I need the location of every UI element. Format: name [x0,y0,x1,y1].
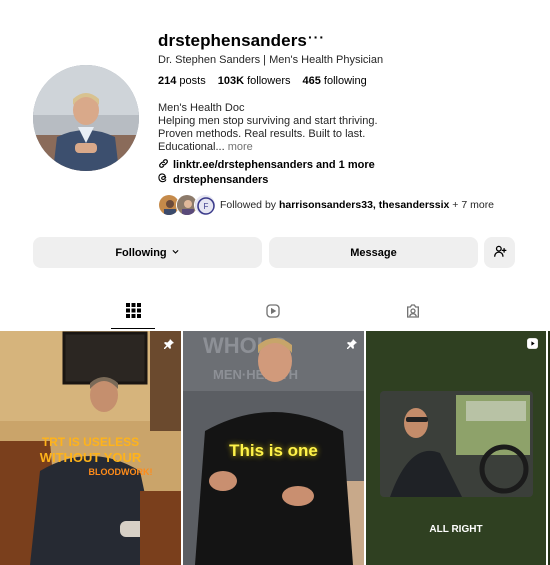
tab-reels[interactable] [251,303,295,329]
bio-line: Educational... more [158,141,253,153]
followed-by[interactable]: F Followed by harrisonsanders33, thesand… [158,194,494,216]
svg-text:F: F [204,202,209,211]
threads-link[interactable]: drstephensanders [158,173,268,187]
bio-line: Men's Health Doc [158,102,245,114]
profile-link[interactable]: linktr.ee/drstephensanders and 1 more [158,158,375,172]
add-user-icon [493,244,507,261]
tab-tagged[interactable] [391,303,435,329]
add-user-button[interactable] [484,237,515,268]
post-caption: TRT IS USELESS WITHOUT YOUR BLOODWORK! [39,435,153,477]
tagged-icon [405,303,421,324]
post-tile[interactable]: ALL RIGHT [366,331,546,565]
message-button[interactable]: Message [269,237,478,268]
profile-username: drstephensanders [158,31,307,50]
profile-stats: 214 posts 103K followers 465 following [158,75,367,87]
pin-icon [163,337,175,355]
profile-avatar[interactable] [33,65,139,171]
bio-line: Helping men stop surviving and start thr… [158,115,378,127]
mutual-avatar: F [194,194,216,216]
following-button[interactable]: Following [33,237,262,268]
post-caption: This is one [229,441,318,460]
followed-by-names[interactable]: harrisonsanders33, thesanderssix [279,199,449,211]
link-icon [158,158,169,172]
posts-grid: TRT IS USELESS WITHOUT YOUR BLOODWORK! W… [0,331,550,565]
pin-icon [346,337,358,355]
grid-icon [125,303,141,323]
reels-icon [265,303,281,324]
threads-handle[interactable]: drstephensanders [173,174,268,186]
mutual-avatars: F [158,194,216,216]
profile-bio: Men's Health Doc Helping men stop surviv… [158,102,378,154]
profile-full-name: Dr. Stephen Sanders | Men's Health Physi… [158,54,384,66]
following-link[interactable]: 465 following [302,75,366,87]
bio-line: Proven methods. Real results. Built to l… [158,128,366,140]
post-caption: ALL RIGHT [429,524,483,535]
ellipsis-icon[interactable]: ··· [308,29,325,45]
post-tile[interactable]: WHOLG MEN·HEALTH This is one [183,331,364,565]
reel-icon [526,337,539,355]
bio-more-link[interactable]: more [228,141,253,153]
chevron-down-icon [171,247,180,259]
link-text[interactable]: linktr.ee/drstephensanders and 1 more [173,159,375,171]
profile-tabs [0,303,550,329]
threads-icon [158,173,169,187]
tab-posts[interactable] [111,303,155,329]
posts-count: 214 posts [158,75,206,87]
followers-link[interactable]: 103K followers [218,75,291,87]
post-tile[interactable]: TRT IS USELESS WITHOUT YOUR BLOODWORK! [0,331,181,565]
